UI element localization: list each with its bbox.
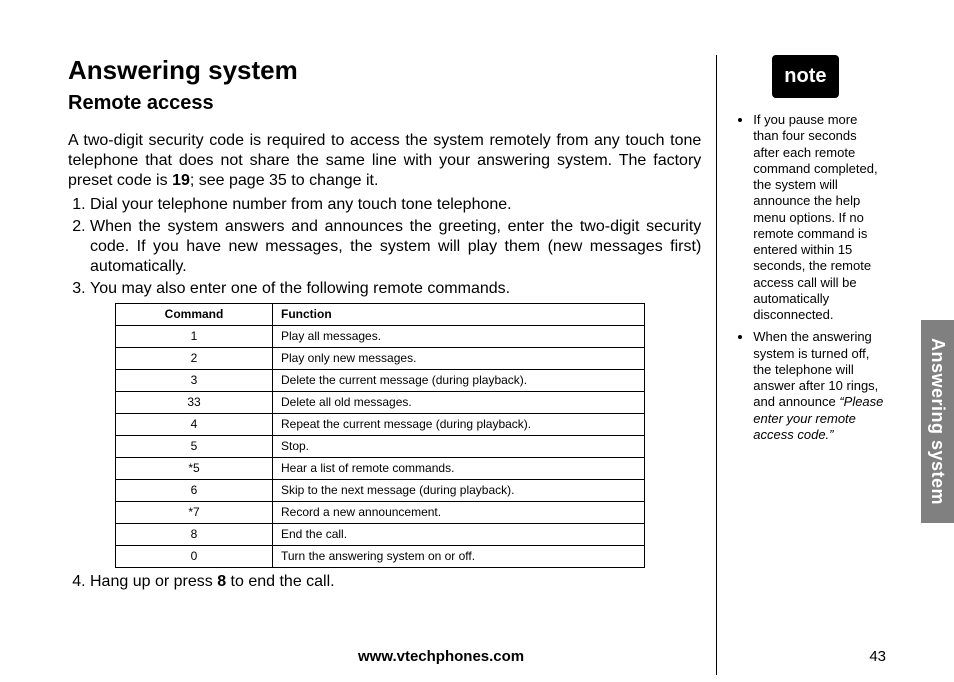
note-item-1: If you pause more than four seconds afte…: [753, 112, 886, 323]
steps-list: Dial your telephone number from any touc…: [68, 195, 701, 592]
step-3: You may also enter one of the following …: [90, 279, 701, 568]
step-4-bold: 8: [217, 573, 226, 590]
cmd-cell: *5: [116, 458, 273, 480]
step-2: When the system answers and announces th…: [90, 217, 701, 277]
note-column: note If you pause more than four seconds…: [737, 55, 886, 675]
note-badge: note: [772, 55, 838, 98]
func-cell: Play all messages.: [273, 326, 645, 348]
footer-url: www.vtechphones.com: [358, 648, 524, 665]
func-cell: Skip to the next message (during playbac…: [273, 480, 645, 502]
cmd-cell: 8: [116, 524, 273, 546]
table-row: 2Play only new messages.: [116, 348, 645, 370]
func-cell: Delete the current message (during playb…: [273, 370, 645, 392]
step-4-pre: Hang up or press: [90, 573, 217, 590]
step-4: Hang up or press 8 to end the call.: [90, 572, 701, 592]
intro-text-post: ; see page 35 to change it.: [190, 172, 379, 189]
cmd-cell: 0: [116, 546, 273, 568]
table-row: 3Delete the current message (during play…: [116, 370, 645, 392]
commands-table: Command Function 1Play all messages. 2Pl…: [115, 303, 645, 568]
intro-paragraph: A two-digit security code is required to…: [68, 131, 701, 191]
table-row: *7Record a new announcement.: [116, 502, 645, 524]
content-row: Answering system Remote access A two-dig…: [68, 55, 886, 675]
table-row: 1Play all messages.: [116, 326, 645, 348]
section-heading: Remote access: [68, 92, 701, 115]
func-cell: End the call.: [273, 524, 645, 546]
table-header-command: Command: [116, 304, 273, 326]
cmd-cell: 33: [116, 392, 273, 414]
main-column: Answering system Remote access A two-dig…: [68, 55, 711, 675]
cmd-cell: 3: [116, 370, 273, 392]
step-1: Dial your telephone number from any touc…: [90, 195, 701, 215]
step-3-text: You may also enter one of the following …: [90, 280, 510, 297]
func-cell: Record a new announcement.: [273, 502, 645, 524]
func-cell: Turn the answering system on or off.: [273, 546, 645, 568]
cmd-cell: 4: [116, 414, 273, 436]
vertical-divider: [716, 55, 717, 675]
page-container: Answering system Remote access A two-dig…: [68, 55, 886, 665]
table-row: 0Turn the answering system on or off.: [116, 546, 645, 568]
cmd-cell: 5: [116, 436, 273, 458]
page-title: Answering system: [68, 55, 701, 86]
func-cell: Delete all old messages.: [273, 392, 645, 414]
footer-page-number: 43: [869, 648, 886, 665]
table-row: *5Hear a list of remote commands.: [116, 458, 645, 480]
table-row: 4Repeat the current message (during play…: [116, 414, 645, 436]
page-footer: www.vtechphones.com 43: [68, 648, 886, 665]
section-tab: Answering system: [921, 320, 954, 523]
table-row: 6Skip to the next message (during playba…: [116, 480, 645, 502]
cmd-cell: 6: [116, 480, 273, 502]
table-row: 33Delete all old messages.: [116, 392, 645, 414]
table-header-function: Function: [273, 304, 645, 326]
step-4-post: to end the call.: [226, 573, 335, 590]
cmd-cell: *7: [116, 502, 273, 524]
func-cell: Play only new messages.: [273, 348, 645, 370]
cmd-cell: 2: [116, 348, 273, 370]
note-list: If you pause more than four seconds afte…: [737, 112, 886, 443]
note-item-2: When the answering system is turned off,…: [753, 329, 886, 443]
intro-code-bold: 19: [172, 172, 190, 189]
table-row: 5Stop.: [116, 436, 645, 458]
intro-text-pre: A two-digit security code is required to…: [68, 132, 701, 189]
cmd-cell: 1: [116, 326, 273, 348]
table-header-row: Command Function: [116, 304, 645, 326]
func-cell: Hear a list of remote commands.: [273, 458, 645, 480]
table-row: 8End the call.: [116, 524, 645, 546]
func-cell: Repeat the current message (during playb…: [273, 414, 645, 436]
func-cell: Stop.: [273, 436, 645, 458]
